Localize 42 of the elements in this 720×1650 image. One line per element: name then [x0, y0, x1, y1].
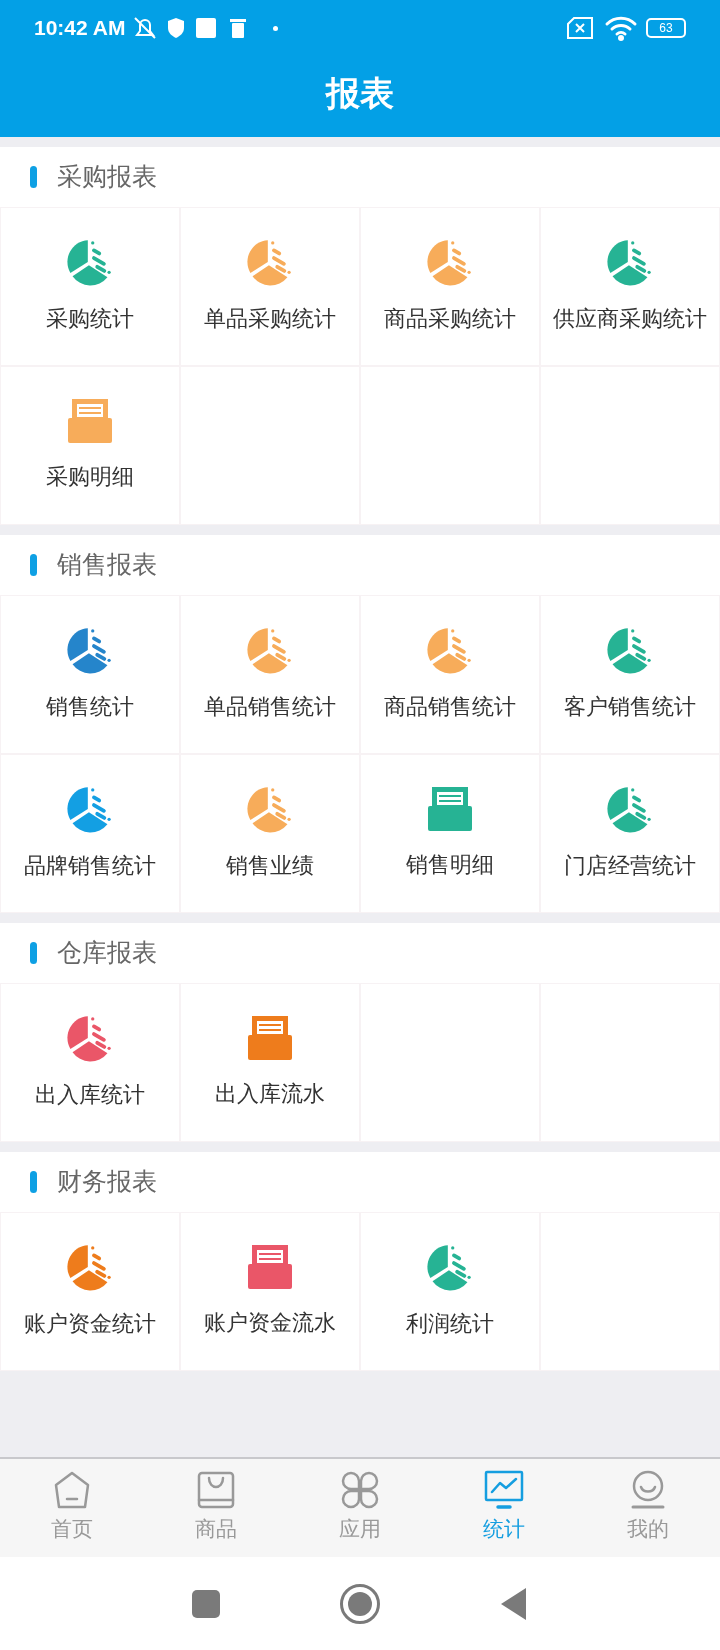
report-tile[interactable]: 门店经营统计 [541, 755, 719, 912]
dot-icon [273, 25, 279, 31]
report-tile[interactable]: 出入库统计 [1, 984, 179, 1141]
report-tile[interactable]: 销售明细 [361, 755, 539, 912]
section-title: 采购报表 [57, 161, 157, 194]
trash-icon [229, 17, 248, 39]
report-tile[interactable]: 账户资金统计 [1, 1213, 179, 1370]
report-tile[interactable]: 供应商采购统计 [541, 208, 719, 365]
report-tile[interactable]: 销售业绩 [181, 755, 359, 912]
report-tile[interactable]: 销售统计 [1, 596, 179, 753]
report-tile[interactable]: 单品销售统计 [181, 596, 359, 753]
report-tile[interactable]: 出入库流水 [181, 984, 359, 1141]
report-tile[interactable]: 单品采购统计 [181, 208, 359, 365]
section-marker [30, 554, 37, 576]
report-tile[interactable]: 利润统计 [361, 1213, 539, 1370]
bag-icon [196, 1470, 236, 1511]
wifi-icon [604, 15, 638, 41]
report-tile[interactable]: 采购统计 [1, 208, 179, 365]
report-tile[interactable]: 商品销售统计 [361, 596, 539, 753]
report-tile[interactable]: 客户销售统计 [541, 596, 719, 753]
battery-level: 63 [659, 22, 673, 34]
section-title: 销售报表 [57, 549, 157, 582]
section-marker [30, 942, 37, 964]
shield-icon [167, 17, 186, 39]
home-icon [52, 1470, 92, 1511]
chart-monitor-icon [484, 1470, 524, 1511]
section-title: 仓库报表 [57, 937, 157, 970]
section-marker [30, 1171, 37, 1193]
report-tile[interactable]: 采购明细 [1, 367, 179, 524]
page-title: 报表 [326, 72, 394, 115]
report-tile[interactable]: 账户资金流水 [181, 1213, 359, 1370]
section-marker [30, 166, 37, 188]
sim-icon [566, 16, 594, 40]
recents-button[interactable] [192, 1589, 220, 1618]
home-button[interactable] [340, 1583, 380, 1624]
report-tile[interactable]: 商品采购统计 [361, 208, 539, 365]
back-button[interactable] [500, 1586, 528, 1621]
section-title: 财务报表 [57, 1166, 157, 1199]
report-tile[interactable]: 品牌销售统计 [1, 755, 179, 912]
muted-bell-icon [133, 16, 158, 40]
status-time: 10:42 AM [34, 15, 126, 42]
apps-icon [340, 1470, 380, 1511]
